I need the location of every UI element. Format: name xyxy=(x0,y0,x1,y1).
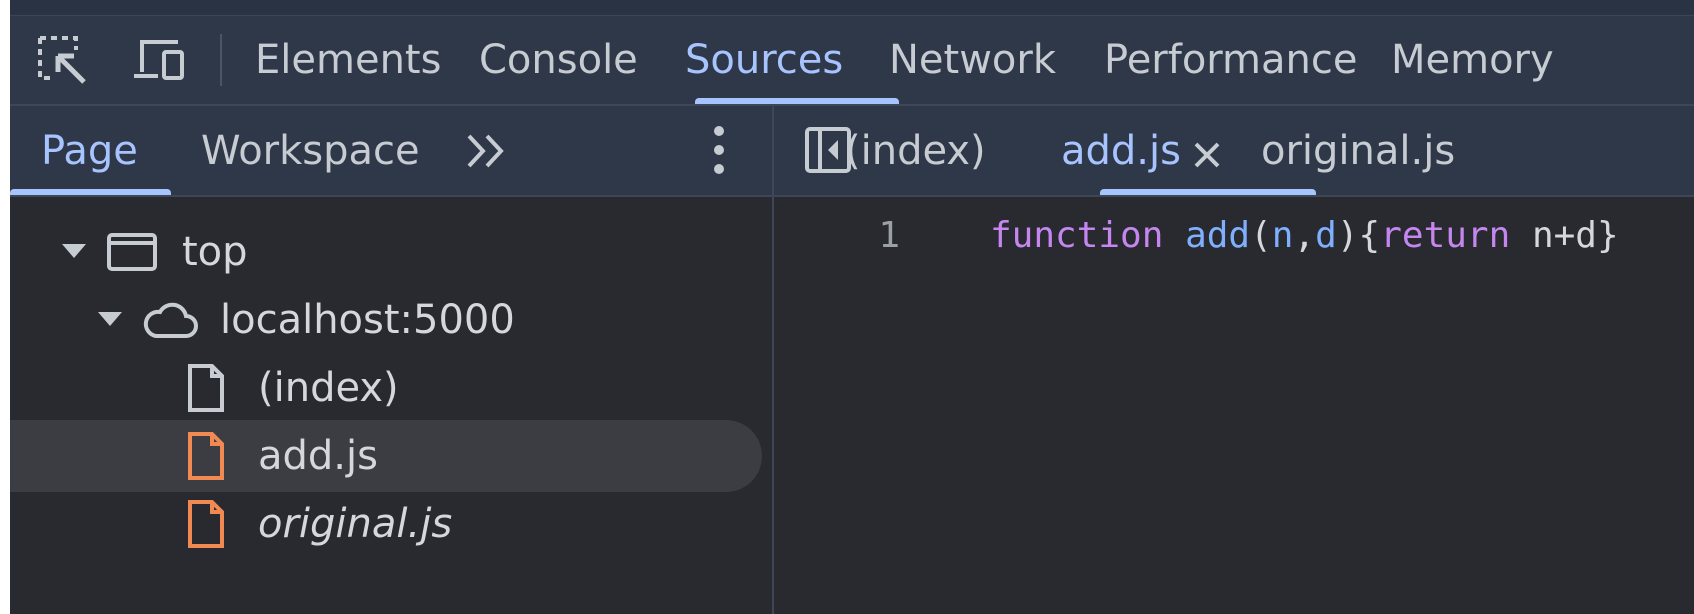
tab-sources[interactable]: Sources xyxy=(685,16,843,104)
code-token: ( xyxy=(1250,215,1272,256)
navigator-tab-indicator xyxy=(10,189,171,195)
tree-item-index[interactable]: (index) xyxy=(10,352,762,424)
editor-tab-index[interactable]: (index) xyxy=(845,106,986,195)
devtools-window: Elements Console Sources Network Perform… xyxy=(10,0,1694,614)
navigator-tabbar: Page Workspace xyxy=(10,106,772,197)
toolbar-separator xyxy=(220,34,222,86)
tab-page[interactable]: Page xyxy=(41,106,138,195)
code-token: return xyxy=(1380,215,1511,256)
chevron-double-right-icon[interactable] xyxy=(465,132,515,170)
more-vertical-icon[interactable] xyxy=(710,126,728,174)
code-token: function xyxy=(990,215,1164,256)
code-token: , xyxy=(1293,215,1316,256)
expand-arrow-icon[interactable] xyxy=(62,244,86,258)
editor-tab-label: (index) xyxy=(845,127,986,174)
expand-arrow-icon[interactable] xyxy=(98,312,122,326)
code-token: add xyxy=(1185,215,1251,256)
main-toolbar: Elements Console Sources Network Perform… xyxy=(10,16,1694,106)
inspect-element-icon[interactable] xyxy=(32,16,92,104)
line-number: 1 xyxy=(878,215,900,256)
navigator-panel: Page Workspace top localhost:5000 (index… xyxy=(10,106,772,614)
js-file-icon xyxy=(186,432,226,484)
tab-network[interactable]: Network xyxy=(889,16,1056,104)
editor-tab-indicator xyxy=(1100,189,1316,195)
code-token: ){ xyxy=(1336,215,1381,256)
tree-item-add-js[interactable]: add.js xyxy=(10,420,762,492)
code-token: d xyxy=(1315,215,1337,256)
tab-performance[interactable]: Performance xyxy=(1104,16,1357,104)
editor-tab-label: original.js xyxy=(1261,127,1456,174)
tree-item-label: top xyxy=(182,229,248,275)
code-token: n xyxy=(1271,215,1294,256)
tab-elements[interactable]: Elements xyxy=(255,16,441,104)
js-file-icon xyxy=(186,500,226,552)
tree-item-original-js[interactable]: original.js xyxy=(10,488,762,560)
tab-memory[interactable]: Memory xyxy=(1391,16,1554,104)
window-top-edge xyxy=(10,0,1694,16)
cloud-icon xyxy=(140,296,200,348)
active-tab-indicator xyxy=(695,98,899,104)
tab-workspace[interactable]: Workspace xyxy=(201,106,420,195)
editor-tab-add-js[interactable]: add.js xyxy=(1061,106,1223,195)
frame-icon xyxy=(106,228,158,280)
editor-tab-original-js[interactable]: original.js xyxy=(1261,106,1455,195)
device-toolbar-icon[interactable] xyxy=(130,16,190,104)
tree-item-label: original.js xyxy=(258,501,453,547)
tree-item-label: localhost:5000 xyxy=(220,297,515,343)
tree-item-label: add.js xyxy=(258,433,378,479)
editor-tabbar: (index) add.js original.js xyxy=(774,106,1694,197)
tab-console[interactable]: Console xyxy=(479,16,638,104)
close-icon[interactable] xyxy=(1191,135,1223,167)
code-token: n+d} xyxy=(1510,215,1619,256)
tree-item-top[interactable]: top xyxy=(10,216,762,288)
tree-item-origin[interactable]: localhost:5000 xyxy=(10,284,762,356)
code-line[interactable]: function add(n,d){return n+d} xyxy=(990,215,1619,256)
file-tree: top localhost:5000 (index) add.js origin… xyxy=(10,197,772,614)
document-icon xyxy=(186,364,226,416)
editor-tab-label: add.js xyxy=(1061,127,1181,174)
tree-item-label: (index) xyxy=(258,365,399,411)
code-editor[interactable]: 1 function add(n,d){return n+d} xyxy=(774,197,1694,614)
editor-panel: (index) add.js original.js 1 function ad… xyxy=(774,106,1694,614)
